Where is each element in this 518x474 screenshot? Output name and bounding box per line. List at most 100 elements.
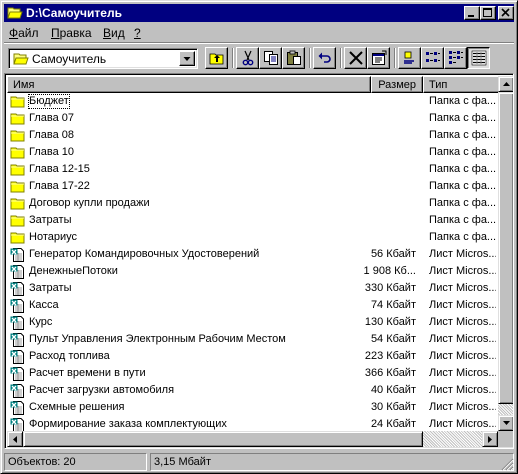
excel-sheet-icon <box>10 383 26 398</box>
scroll-up-button[interactable] <box>498 76 513 92</box>
cut-button[interactable] <box>236 47 259 69</box>
arrow-left-icon <box>13 436 17 443</box>
file-size: 130 Кбайт <box>364 316 416 328</box>
scissors-icon <box>242 50 254 66</box>
file-type: Папка с фа... <box>429 95 496 107</box>
file-row[interactable]: БюджетПапка с фа...2 <box>7 93 496 110</box>
arrow-down-icon <box>503 421 510 425</box>
window-title: D:\Самоучитель <box>26 6 122 20</box>
file-type: Лист Micros... <box>429 316 496 328</box>
title-bar[interactable]: D:\Самоучитель <box>4 4 514 22</box>
file-row[interactable]: НотариусПапка с фа...2 <box>7 229 496 246</box>
details-view-button[interactable] <box>467 47 490 69</box>
vertical-scrollbar[interactable] <box>498 76 513 431</box>
excel-sheet-icon <box>10 366 26 381</box>
excel-sheet-icon <box>10 332 26 347</box>
toolbar-divider <box>340 48 342 68</box>
up-folder-button[interactable] <box>205 47 228 69</box>
file-name: Формирование заказа комплектующих <box>29 418 227 430</box>
file-row[interactable]: Схемные решения30 КбайтЛист Micros...0 <box>7 399 496 416</box>
file-name: Схемные решения <box>29 401 125 413</box>
column-name-header[interactable]: Имя <box>7 76 371 93</box>
delete-button[interactable] <box>344 47 367 69</box>
list-view-button[interactable] <box>444 47 467 69</box>
horizontal-scroll-thumb[interactable] <box>23 431 423 447</box>
folder-icon <box>10 213 26 228</box>
folder-open-icon <box>13 53 29 65</box>
file-row[interactable]: Расход топлива223 КбайтЛист Micros...2 <box>7 348 496 365</box>
toolbar: Самоучитель <box>4 43 514 73</box>
menu-help-mnemonic: ? <box>134 26 141 40</box>
minimize-button[interactable] <box>464 6 480 20</box>
file-type: Лист Micros... <box>429 350 496 362</box>
undo-button[interactable] <box>313 47 336 69</box>
copy-icon <box>264 51 278 65</box>
close-button[interactable] <box>498 6 514 20</box>
menu-file[interactable]: Файл <box>9 26 39 40</box>
file-type: Папка с фа... <box>429 214 496 226</box>
properties-icon <box>372 50 387 65</box>
file-row[interactable]: Договор купли продажиПапка с фа...0 <box>7 195 496 212</box>
scroll-left-button[interactable] <box>7 431 23 447</box>
folder-open-icon <box>7 7 23 19</box>
file-row[interactable]: Глава 07Папка с фа...2 <box>7 110 496 127</box>
file-row[interactable]: Глава 17-22Папка с фа...0 <box>7 178 496 195</box>
address-dropdown-button[interactable] <box>179 51 195 66</box>
column-type-header[interactable]: Тип <box>423 76 504 93</box>
folder-icon <box>10 128 26 143</box>
address-combo[interactable]: Самоучитель <box>8 48 198 69</box>
small-icons-button[interactable] <box>421 47 444 69</box>
scroll-right-button[interactable] <box>482 431 498 447</box>
toolbar-divider <box>309 48 311 68</box>
menu-bar: Файл Правка Вид ? <box>4 23 514 42</box>
file-row[interactable]: Глава 10Папка с фа...0 <box>7 144 496 161</box>
file-row[interactable]: Глава 08Папка с фа...2 <box>7 127 496 144</box>
file-name: Генератор Командировочных Удостоверений <box>29 248 260 260</box>
paste-button[interactable] <box>282 47 305 69</box>
excel-sheet-icon <box>10 349 26 364</box>
file-name: Глава 10 <box>29 146 75 158</box>
properties-button[interactable] <box>367 47 390 69</box>
vertical-scroll-thumb[interactable] <box>498 92 513 404</box>
file-row[interactable]: Затраты330 КбайтЛист Micros...0 <box>7 280 496 297</box>
menu-help[interactable]: ? <box>134 26 141 40</box>
excel-sheet-icon <box>10 417 26 431</box>
copy-button[interactable] <box>259 47 282 69</box>
explorer-window: D:\Самоучитель Файл Правка Вид ? Самоучи… <box>0 0 518 474</box>
status-object-count: Объектов: 20 <box>4 453 147 471</box>
large-icons-button[interactable] <box>398 47 421 69</box>
file-list[interactable]: Имя Размер Тип И БюджетПапка с фа...2Гла… <box>4 73 514 449</box>
resize-grip-icon[interactable] <box>500 457 514 471</box>
menu-view-mnemonic: В <box>103 26 112 40</box>
file-row[interactable]: Генератор Командировочных Удостоверений 5… <box>7 246 496 263</box>
file-row[interactable]: Расчет загрузки автомобиля 40 Кбайт Лист M… <box>7 382 496 399</box>
file-name: Глава 12-15 <box>29 163 90 175</box>
horizontal-scrollbar[interactable] <box>7 431 498 447</box>
file-size: 223 Кбайт <box>364 350 416 362</box>
column-size-header[interactable]: Размер <box>371 76 423 93</box>
file-row[interactable]: Формирование заказа комплектующих 24 Кбай… <box>7 416 496 431</box>
folder-icon <box>10 145 26 160</box>
delete-x-icon <box>349 51 363 65</box>
file-row[interactable]: Курс130 КбайтЛист Micros...0 <box>7 314 496 331</box>
file-row[interactable]: Расчет времени в пути 366 Кбайт Лист Micro… <box>7 365 496 382</box>
file-row[interactable]: Пульт Управления Электронным Рабочим Мес… <box>7 331 496 348</box>
file-row[interactable]: ЗатратыПапка с фа...0 <box>7 212 496 229</box>
folder-icon <box>10 230 26 245</box>
maximize-button[interactable] <box>480 6 496 20</box>
excel-sheet-icon <box>10 247 26 262</box>
file-name: ДенежныеПотоки <box>29 265 118 277</box>
menu-view[interactable]: Вид <box>103 26 125 40</box>
file-row[interactable]: Касса74 КбайтЛист Micros...1 <box>7 297 496 314</box>
file-row[interactable]: ДенежныеПотоки1 908 Кб...Лист Micros...0 <box>7 263 496 280</box>
file-type: Папка с фа... <box>429 231 496 243</box>
file-row[interactable]: Глава 12-15Папка с фа...2 <box>7 161 496 178</box>
menu-file-label: айл <box>18 26 39 40</box>
menu-edit[interactable]: Правка <box>51 26 92 40</box>
menu-edit-label: равка <box>59 26 92 40</box>
scroll-down-button[interactable] <box>498 415 513 431</box>
file-type: Папка с фа... <box>429 197 496 209</box>
toolbar-divider <box>394 48 396 68</box>
arrow-right-icon <box>488 436 492 443</box>
list-view-icon <box>449 51 463 64</box>
